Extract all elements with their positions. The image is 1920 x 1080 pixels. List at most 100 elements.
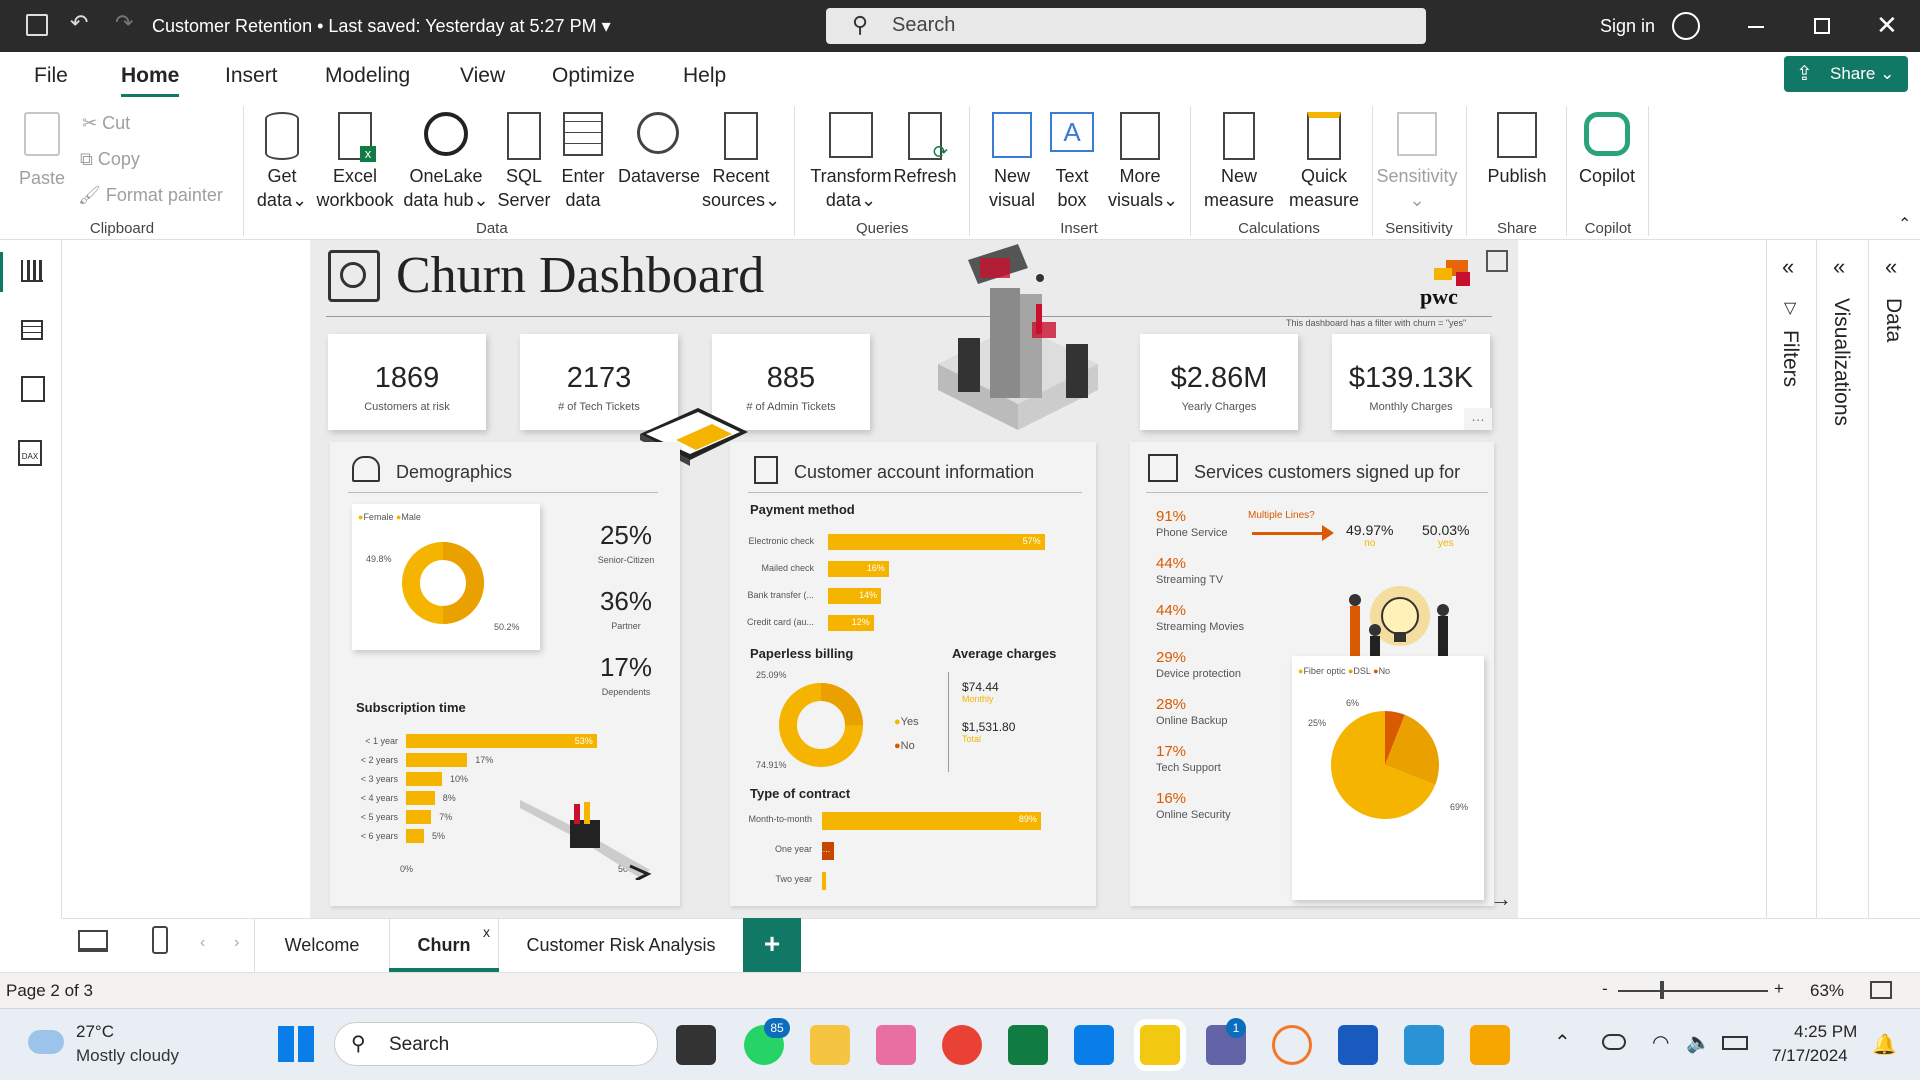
- expand-data-icon[interactable]: «: [1885, 254, 1897, 280]
- zoom-out-button[interactable]: -: [1602, 979, 1608, 999]
- text-box-button[interactable]: A Text box: [1046, 112, 1098, 212]
- file-explorer-icon[interactable]: [810, 1025, 850, 1065]
- clock-time[interactable]: 4:25 PM: [1794, 1022, 1857, 1042]
- maximize-icon[interactable]: [1814, 18, 1830, 34]
- bar[interactable]: [822, 872, 826, 890]
- search-input[interactable]: ⚲ Search: [826, 8, 1426, 44]
- report-view-icon[interactable]: [21, 260, 43, 282]
- next-page-arrow-icon[interactable]: →: [1490, 886, 1512, 912]
- publish-button[interactable]: Publish: [1478, 112, 1556, 188]
- sql-server-button[interactable]: SQL Server: [494, 112, 554, 212]
- wifi-icon[interactable]: ◠: [1652, 1030, 1669, 1055]
- scroll-left-icon[interactable]: ‹: [200, 934, 205, 952]
- paste-button[interactable]: Paste: [18, 112, 66, 190]
- filters-pane[interactable]: « ▽ Filters: [1766, 240, 1816, 918]
- media-player-icon[interactable]: [1470, 1025, 1510, 1065]
- new-measure-button[interactable]: New measure: [1202, 112, 1276, 212]
- dax-query-view-icon[interactable]: DAX: [18, 440, 42, 466]
- menu-modeling[interactable]: Modeling: [325, 64, 410, 88]
- power-bi-icon[interactable]: [1140, 1025, 1180, 1065]
- dataverse-button[interactable]: Dataverse: [618, 112, 700, 188]
- sign-in-link[interactable]: Sign in: [1600, 16, 1655, 37]
- share-button[interactable]: ⇪ Share ⌄: [1784, 56, 1908, 92]
- bar[interactable]: [406, 753, 468, 767]
- kpi-card[interactable]: $2.86M Yearly Charges: [1140, 334, 1298, 430]
- tab-welcome[interactable]: Welcome: [255, 918, 389, 972]
- bar[interactable]: [828, 534, 1045, 550]
- paperless-donut-chart[interactable]: [776, 680, 866, 770]
- bar[interactable]: [406, 772, 442, 786]
- menu-view[interactable]: View: [460, 64, 505, 88]
- task-view-icon[interactable]: [676, 1025, 716, 1065]
- mobile-layout-icon[interactable]: [152, 926, 168, 954]
- zoom-slider[interactable]: [1618, 990, 1768, 992]
- tab-customer-risk-analysis[interactable]: Customer Risk Analysis: [499, 918, 743, 972]
- battery-icon[interactable]: [1722, 1036, 1748, 1050]
- transform-data-button[interactable]: Transform data⌄: [806, 112, 896, 212]
- menu-file[interactable]: File: [34, 64, 68, 88]
- chevron-up-icon[interactable]: ⌃: [1554, 1030, 1571, 1055]
- close-icon[interactable]: ✕: [1876, 10, 1898, 41]
- copy-button[interactable]: ⧉ Copy: [80, 147, 140, 171]
- jupyter-icon[interactable]: [1272, 1025, 1312, 1065]
- chrome-icon[interactable]: [942, 1025, 982, 1065]
- expand-visualizations-icon[interactable]: «: [1833, 254, 1845, 280]
- photos-icon[interactable]: [1404, 1025, 1444, 1065]
- new-visual-button[interactable]: New visual: [982, 112, 1042, 212]
- weather-icon[interactable]: [28, 1030, 64, 1054]
- close-tab-icon[interactable]: x: [483, 924, 490, 940]
- minimize-icon[interactable]: [1748, 26, 1764, 28]
- menu-home[interactable]: Home: [121, 64, 179, 88]
- start-icon[interactable]: [278, 1026, 314, 1062]
- sensitivity-button[interactable]: Sensitivity ⌄: [1374, 112, 1460, 212]
- menu-optimize[interactable]: Optimize: [552, 64, 635, 88]
- table-view-icon[interactable]: [21, 320, 43, 340]
- bar[interactable]: [406, 829, 424, 843]
- scroll-right-icon[interactable]: ›: [234, 934, 239, 952]
- data-pane[interactable]: « Data: [1868, 240, 1920, 918]
- volume-icon[interactable]: 🔈: [1686, 1030, 1711, 1055]
- expand-filters-icon[interactable]: «: [1782, 254, 1794, 280]
- bar[interactable]: [822, 812, 1041, 830]
- gender-donut-card[interactable]: ●Female ●Male 49.8% 50.2%: [352, 504, 540, 650]
- desktop-layout-icon[interactable]: [78, 930, 108, 952]
- get-data-button[interactable]: Get data⌄: [252, 112, 312, 212]
- excel-taskbar-icon[interactable]: [1008, 1025, 1048, 1065]
- collapse-ribbon-icon[interactable]: ⌃: [1898, 214, 1911, 234]
- taskbar-search[interactable]: ⚲ Search: [334, 1022, 658, 1066]
- excel-workbook-button[interactable]: x Excel workbook: [315, 112, 395, 212]
- word-icon[interactable]: [1338, 1025, 1378, 1065]
- bookmark-icon[interactable]: [1486, 250, 1508, 272]
- visualizations-pane[interactable]: « Visualizations: [1816, 240, 1868, 918]
- recent-sources-button[interactable]: Recent sources⌄: [700, 112, 782, 212]
- enter-data-button[interactable]: Enter data: [556, 112, 610, 212]
- undo-icon[interactable]: ↶: [70, 10, 88, 36]
- chevron-down-icon[interactable]: ▾: [602, 16, 611, 36]
- clock-date[interactable]: 7/17/2024: [1772, 1046, 1848, 1066]
- weather-temp[interactable]: 27°C: [76, 1022, 114, 1042]
- fit-to-page-icon[interactable]: [1870, 981, 1892, 999]
- notification-bell-icon[interactable]: 🔔: [1872, 1032, 1897, 1057]
- save-icon[interactable]: [26, 14, 48, 36]
- contract-bar-chart[interactable]: Month-to-month 89% One year... Two year: [730, 808, 1090, 898]
- document-title[interactable]: Customer Retention • Last saved: Yesterd…: [152, 16, 611, 37]
- zoom-slider-thumb[interactable]: [1660, 981, 1664, 999]
- format-painter-button[interactable]: 🖌 Format painter: [78, 183, 223, 207]
- internet-pie-card[interactable]: ●Fiber optic ●DSL ●No 6% 25% 69%: [1292, 656, 1484, 900]
- snipping-tool-icon[interactable]: [876, 1025, 916, 1065]
- payment-bar-chart[interactable]: Electronic check 57% Mailed check 16% Bank t…: [730, 530, 1090, 638]
- account-icon[interactable]: [1672, 12, 1700, 40]
- zoom-level[interactable]: 63%: [1810, 981, 1844, 1001]
- weather-desc[interactable]: Mostly cloudy: [76, 1046, 179, 1066]
- menu-help[interactable]: Help: [683, 64, 726, 88]
- bar[interactable]: [406, 791, 435, 805]
- more-options-icon[interactable]: …: [1464, 408, 1492, 430]
- copilot-button[interactable]: Copilot: [1572, 112, 1642, 188]
- kpi-card[interactable]: 1869 Customers at risk: [328, 334, 486, 430]
- cut-button[interactable]: ✂ Cut: [82, 111, 130, 135]
- zoom-in-button[interactable]: +: [1774, 979, 1784, 999]
- model-view-icon[interactable]: [21, 376, 45, 402]
- onelake-data-hub-button[interactable]: OneLake data hub⌄: [402, 112, 490, 212]
- cloud-icon[interactable]: [1602, 1034, 1626, 1050]
- bar[interactable]: [406, 810, 432, 824]
